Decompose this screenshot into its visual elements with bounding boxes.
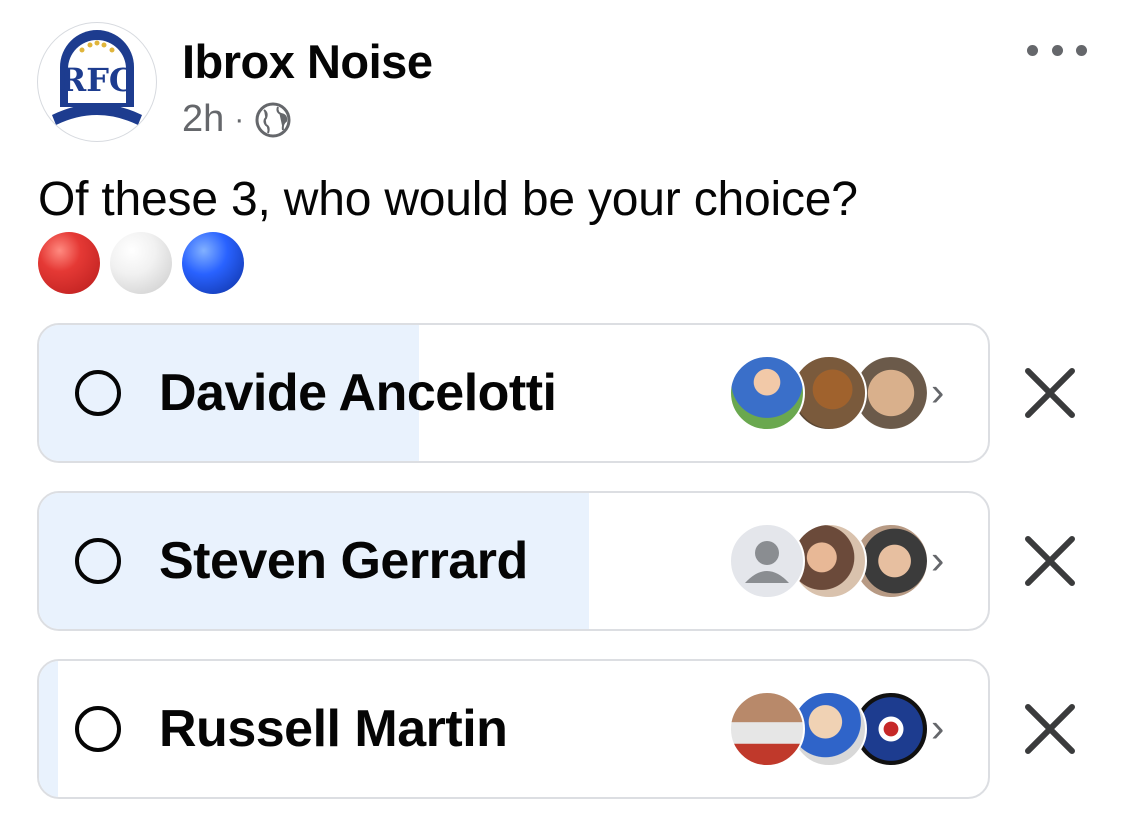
close-icon[interactable] [1019,530,1081,592]
close-icon[interactable] [1019,362,1081,424]
voter-avatars[interactable] [729,355,929,431]
radio-button[interactable] [75,370,121,416]
post-emojis [38,232,244,294]
author-name[interactable]: Ibrox Noise [182,34,433,89]
more-dot [1027,44,1038,56]
option-label: Steven Gerrard [159,532,528,590]
voter-avatars[interactable] [729,691,929,767]
more-dot [1051,44,1063,56]
more-dot [1076,44,1087,56]
chevron-right-icon[interactable]: › [931,539,944,584]
default-profile-icon [729,523,805,599]
ibrox-noise-logo: RFC [39,24,155,140]
white-circle-emoji [110,232,172,294]
vote-fill-bar [39,661,58,797]
voter-avatar [729,355,805,431]
blue-circle-emoji [182,232,244,294]
poll-option[interactable]: Steven Gerrard › [37,491,990,631]
red-circle-emoji [38,232,100,294]
globe-icon [254,101,292,139]
svg-text:RFC: RFC [60,61,135,99]
chevron-right-icon[interactable]: › [931,707,944,752]
post-text: Of these 3, who would be your choice? [38,173,858,226]
meta-separator: · [234,102,245,136]
page-avatar[interactable]: RFC [37,22,157,142]
voter-avatar [729,691,805,767]
option-label: Russell Martin [159,700,508,758]
more-horizontal-icon[interactable] [1027,38,1087,62]
close-icon[interactable] [1019,698,1081,760]
radio-button[interactable] [75,706,121,752]
post-meta: 2h · [182,98,292,141]
voter-avatars[interactable] [729,523,929,599]
radio-button[interactable] [75,538,121,584]
option-label: Davide Ancelotti [159,364,557,422]
poll-option[interactable]: Davide Ancelotti › [37,323,990,463]
post-time[interactable]: 2h [182,98,224,141]
chevron-right-icon[interactable]: › [931,371,944,416]
poll-option[interactable]: Russell Martin › [37,659,990,799]
